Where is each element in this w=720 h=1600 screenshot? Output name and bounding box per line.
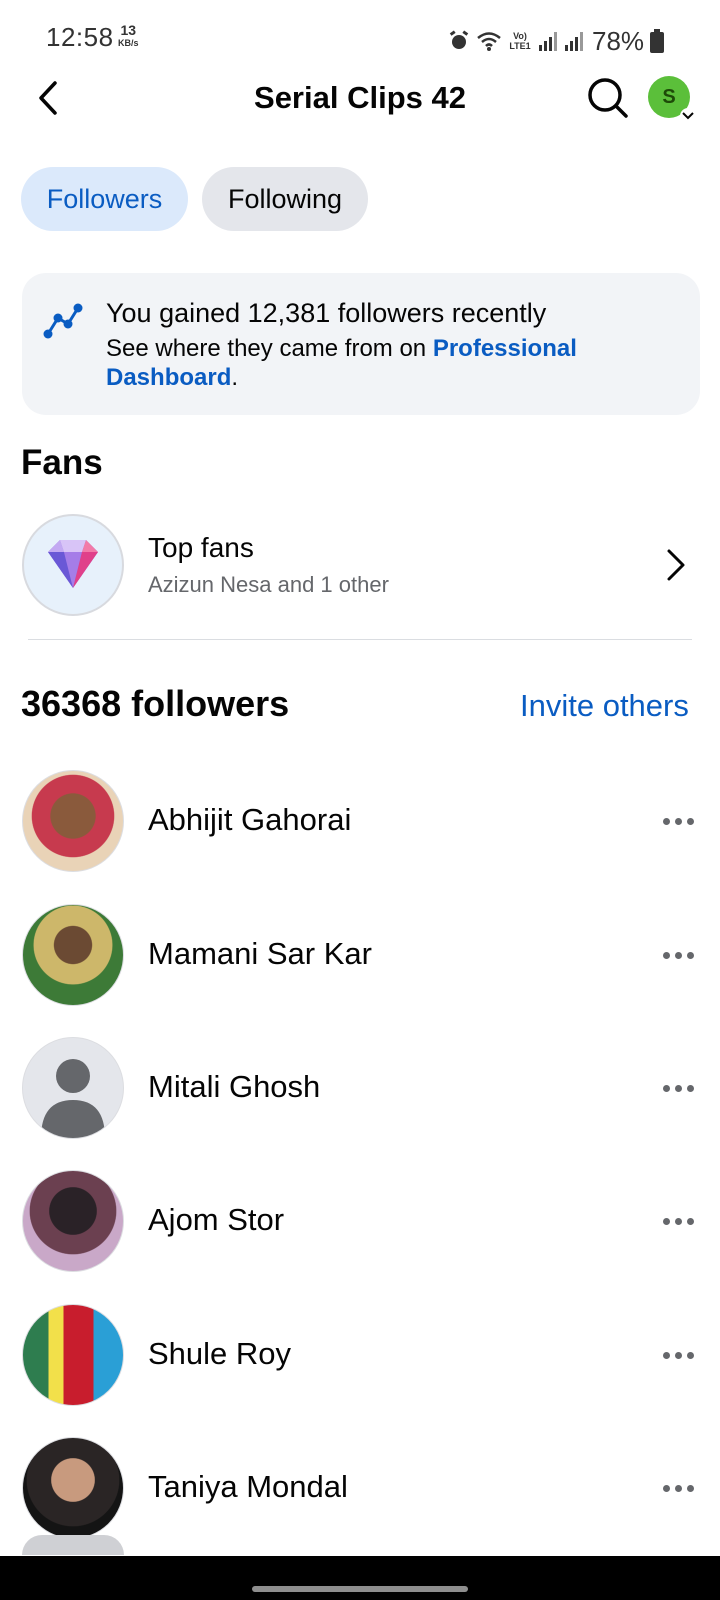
tab-followers[interactable]: Followers xyxy=(21,167,188,231)
diamond-icon xyxy=(22,514,124,616)
search-button[interactable] xyxy=(586,76,630,120)
avatar xyxy=(22,1535,124,1555)
network-speed: 13 KB/s xyxy=(118,22,139,50)
avatar xyxy=(22,1170,124,1272)
top-fans-subtitle: Azizun Nesa and 1 other xyxy=(148,572,389,597)
divider xyxy=(28,639,692,640)
follower-name: Shule Roy xyxy=(148,1336,292,1371)
follower-name: Mamani Sar Kar xyxy=(148,936,372,971)
chevron-right-icon xyxy=(667,549,685,581)
list-item[interactable]: Ajom Stor xyxy=(0,1166,720,1276)
system-nav-bar xyxy=(0,1556,720,1600)
gain-title: You gained 12,381 followers recently xyxy=(106,298,547,328)
list-item[interactable]: Abhijit Gahorai xyxy=(0,766,720,876)
battery-percent: 78% xyxy=(592,25,645,56)
alarm-icon xyxy=(449,30,469,49)
battery-icon xyxy=(650,29,665,53)
default-avatar-icon xyxy=(22,1037,124,1139)
home-gesture-handle[interactable] xyxy=(252,1586,468,1592)
search-icon xyxy=(588,78,628,118)
signal-icon-1 xyxy=(539,32,557,51)
gain-subtitle: See where they came from on Professional… xyxy=(106,334,666,392)
fans-heading: Fans xyxy=(21,443,103,482)
invite-others-button[interactable]: Invite others xyxy=(520,688,689,724)
more-options-button[interactable] xyxy=(658,1204,698,1238)
chevron-down-icon xyxy=(680,108,696,124)
follower-name: Taniya Mondal xyxy=(148,1469,348,1504)
trend-graph-icon xyxy=(43,303,83,339)
lte-label: Vo) LTE1 xyxy=(509,31,531,51)
follower-name: Ajom Stor xyxy=(148,1202,285,1237)
follower-name: Abhijit Gahorai xyxy=(148,802,352,837)
wifi-icon xyxy=(477,32,501,51)
network-speed-value: 13 xyxy=(120,22,137,38)
tab-following[interactable]: Following xyxy=(202,167,368,231)
more-options-button[interactable] xyxy=(658,1338,698,1372)
avatar xyxy=(22,1437,124,1539)
profile-switcher-button[interactable]: S xyxy=(648,76,696,124)
avatar xyxy=(22,1304,124,1406)
list-item[interactable]: Taniya Mondal xyxy=(0,1433,720,1543)
status-icons: Vo) LTE1 78% xyxy=(448,25,665,56)
list-item[interactable]: Mitali Ghosh xyxy=(0,1033,720,1143)
top-fans-title: Top fans xyxy=(148,532,254,563)
signal-icon-2 xyxy=(565,32,583,51)
avatar-letter: S xyxy=(662,85,676,108)
gain-subtitle-text: See where they came from on xyxy=(106,335,433,362)
more-options-button[interactable] xyxy=(658,804,698,838)
list-item[interactable]: Shule Roy xyxy=(0,1300,720,1410)
avatar xyxy=(22,904,124,1006)
follower-name: Mitali Ghosh xyxy=(148,1069,321,1104)
network-speed-unit: KB/s xyxy=(118,38,139,48)
more-options-button[interactable] xyxy=(658,1471,698,1505)
list-item[interactable]: Mamani Sar Kar xyxy=(0,900,720,1010)
gain-subtitle-suffix: . xyxy=(231,364,239,391)
more-options-button[interactable] xyxy=(658,938,698,972)
avatar xyxy=(22,770,124,872)
followers-count: 36368 followers xyxy=(21,683,290,724)
status-time: 12:58 xyxy=(46,22,114,52)
more-options-button[interactable] xyxy=(658,1071,698,1105)
